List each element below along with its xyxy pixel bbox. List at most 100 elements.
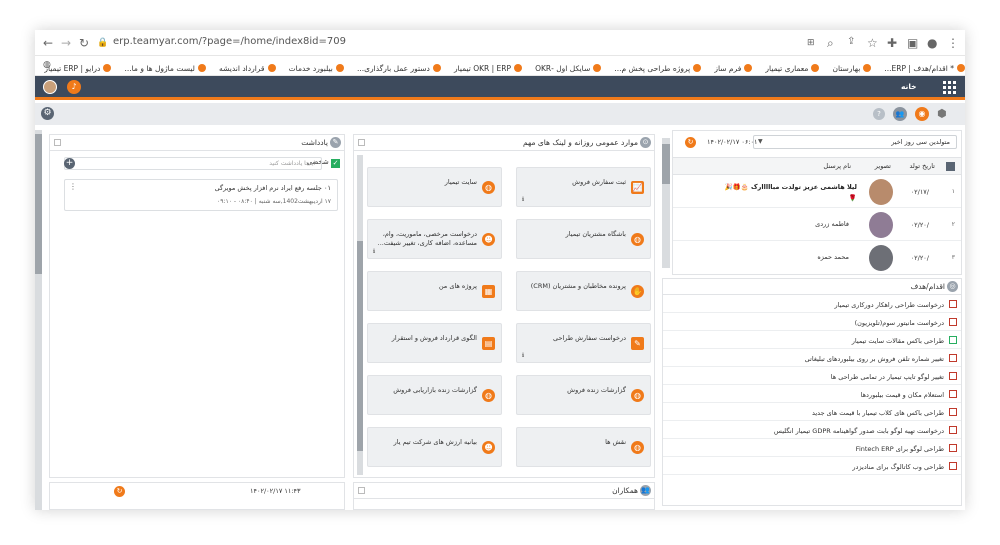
users-icon[interactable]: 👥	[893, 107, 907, 121]
avatar	[869, 212, 893, 238]
home-link[interactable]: خانه	[901, 82, 917, 91]
link-tile[interactable]: ☻ بیانیه ارزش های شرکت تیم یار	[367, 427, 502, 467]
bookmark[interactable]: معماری تیمیار	[765, 64, 820, 73]
grid-menu-icon[interactable]	[943, 81, 956, 94]
translate-icon[interactable]: ⊞	[807, 38, 815, 48]
links-scrollbar[interactable]	[357, 155, 363, 475]
menu-icon[interactable]: ⋮	[947, 36, 959, 50]
table-row[interactable]: ۳ ۰۲/۲۰/ محمد حمزه	[673, 242, 961, 274]
column-header[interactable]: تصویر	[875, 162, 891, 170]
settings-icon[interactable]: ⚙	[41, 107, 54, 120]
user-avatar[interactable]	[43, 80, 57, 94]
forward-icon[interactable]: →	[61, 36, 71, 50]
task-icon	[949, 390, 957, 398]
star-icon[interactable]: ☆	[867, 36, 878, 50]
refresh-icon[interactable]: ↻	[685, 137, 696, 148]
link-tile[interactable]: ◍ گزارشات زنده فروش	[516, 375, 651, 415]
ring-icon[interactable]: ◉	[915, 107, 929, 121]
table-row[interactable]: ۲ ۰۲/۲۰/ فاطمه زردی	[673, 209, 961, 241]
birthdays-select[interactable]: متولدین سی روز اخیر ▼	[753, 135, 957, 149]
list-item[interactable]: استعلام مکان و قیمت بیلبوردها	[663, 385, 961, 403]
column-header[interactable]: نام پرسنل	[823, 162, 851, 170]
profile-icon[interactable]: ●	[927, 36, 937, 50]
link-tile[interactable]: ◍ نقش ها	[516, 427, 651, 467]
link-tile[interactable]: ☻ درخواست مرخصی، ماموریت، وام، مساعده، اض…	[367, 219, 502, 259]
refresh-icon[interactable]: ↻	[114, 486, 125, 497]
link-tile[interactable]: ▦ پروژه های من	[367, 271, 502, 311]
list-item[interactable]: طراحی لوگو برای Fintech ERP	[663, 439, 961, 457]
link-tile[interactable]: ✎ درخواست سفارش طراحی ℹ	[516, 323, 651, 363]
left-scrollbar[interactable]	[35, 130, 42, 510]
link-tile[interactable]: ✋ پرونده مخاطبان و مشتریان (CRM)	[516, 271, 651, 311]
item-label: درخواست تهیه لوگو بابت صدور گواهینامه GD…	[773, 427, 944, 435]
panel-checkbox[interactable]	[54, 139, 61, 146]
info-icon[interactable]: ℹ	[522, 352, 524, 359]
handshake-icon: ✋	[631, 285, 644, 298]
person-name: محمد حمزه	[817, 253, 849, 261]
list-item[interactable]: درخواست مانیتور سوم(تلویزیون)	[663, 313, 961, 331]
item-label: درخواست مانیتور سوم(تلویزیون)	[854, 319, 944, 327]
table-row[interactable]: ۱ ۰۲/۱۷/ لیلا هاشمی عزیز تولدت مبااااارک…	[673, 176, 961, 208]
list-item[interactable]: درخواست طراحی راهکار دورکاری تیمیار	[663, 295, 961, 313]
help-icon[interactable]: ?	[873, 108, 885, 120]
add-icon[interactable]: +	[64, 158, 75, 169]
address-bar[interactable]: erp.teamyar.com/?page=/home/index8id=709	[113, 36, 346, 47]
back-icon[interactable]: ←	[43, 36, 53, 50]
note-input[interactable]: اینجا یادداشت کنید +	[64, 157, 322, 170]
bell-icon[interactable]: ♪	[67, 80, 81, 94]
info-icon[interactable]: ℹ	[373, 248, 375, 255]
note-card[interactable]: ۰۱ جلسه رفع ایراد نرم افزار پخش مویرگی ۱…	[64, 179, 338, 211]
apps-icon[interactable]	[503, 82, 512, 91]
column-header[interactable]: تاریخ تولد	[909, 162, 935, 170]
info-icon[interactable]: ℹ	[522, 196, 524, 203]
bookmark[interactable]: درایو | ERP تیمیار	[44, 64, 112, 73]
item-label: طراحی باکس های کلاب تیمیار با قیمت های ج…	[811, 409, 944, 417]
panel-checkbox[interactable]	[358, 487, 365, 494]
bookmark[interactable]: قرارداد اندیشه	[219, 64, 276, 73]
extensions-icon[interactable]: ✚	[887, 36, 897, 50]
bookmark[interactable]: OKR | ERP تیمیار	[454, 64, 522, 73]
bookmark[interactable]: فرم ساز	[714, 64, 753, 73]
link-tile[interactable]: ◍ باشگاه مشتریان تیمیار	[516, 219, 651, 259]
list-item[interactable]: درخواست تهیه لوگو بابت صدور گواهینامه GD…	[663, 421, 961, 439]
share-icon[interactable]: ⇪	[847, 36, 855, 47]
middle-scrollbar[interactable]	[662, 138, 670, 268]
globe-icon[interactable]: ◍	[43, 60, 51, 70]
tile-label: بیانیه ارزش های شرکت تیم یار	[393, 438, 477, 446]
link-tile[interactable]: ▤ الگوی قرارداد فروش و استقرار	[367, 323, 502, 363]
more-icon[interactable]: ⋮	[69, 182, 77, 191]
bookmark[interactable]: بهارستان	[833, 64, 872, 73]
bookmark[interactable]: * اقدام/هدف | ERP...	[884, 64, 965, 73]
link-tile[interactable]: 📈 ثبت سفارش فروش ℹ	[516, 167, 651, 207]
bookmark[interactable]: دستور عمل بارگذاری...	[357, 64, 441, 73]
zoom-icon[interactable]: ⌕	[827, 36, 834, 51]
list-item[interactable]: تغییر شماره تلفن فروش بر روی بیلبوردهای …	[663, 349, 961, 367]
sidepanel-icon[interactable]: ▣	[907, 36, 918, 50]
list-item[interactable]: طراحی وب کاتالوگ برای منادیزدر	[663, 457, 961, 475]
contract-icon: ▤	[482, 337, 495, 350]
link-tile[interactable]: ◍ سایت تیمیار	[367, 167, 502, 207]
colleagues-panel: 👥 همکاران	[353, 482, 655, 510]
tile-label: گزارشات زنده فروش	[567, 386, 626, 394]
tile-label: گزارشات زنده بازاریابی فروش	[393, 386, 477, 394]
link-tile[interactable]: ◍ گزارشات زنده بازاریابی فروش	[367, 375, 502, 415]
task-icon	[949, 426, 957, 434]
panel-checkbox[interactable]	[358, 139, 365, 146]
bookmark[interactable]: سایکل اول -OKR	[535, 64, 602, 73]
row-number: ۱	[951, 188, 955, 195]
row-number: ۲	[951, 221, 955, 228]
bookmarks-bar: * اقدام/هدف | ERP... بهارستان معماری تیم…	[35, 56, 965, 76]
table-menu-icon[interactable]	[946, 162, 955, 171]
list-item[interactable]: طراحی باکس های کلاب تیمیار با قیمت های ج…	[663, 403, 961, 421]
note-meta: ۱۷ اردیبهشت1402,سه شنبه | ۰۸:۴۰ - ۰۹:۱۰	[217, 198, 331, 205]
bookmark[interactable]: لیست ماژول ها و ما...	[124, 64, 206, 73]
bookmark[interactable]: پروژه طراحی پخش م...	[614, 64, 702, 73]
target-icon: ◎	[947, 281, 958, 292]
cubes-icon[interactable]: ⬢	[937, 107, 947, 120]
list-item[interactable]: طراحی باکس مقالات سایت تیمیار	[663, 331, 961, 349]
bookmark[interactable]: بیلبورد خدمات	[289, 64, 344, 73]
select-value: متولدین سی روز اخیر	[891, 138, 950, 146]
reload-icon[interactable]: ↻	[79, 36, 89, 50]
list-item[interactable]: تغییر لوگو تایپ تیمیار در تمامی طراحی ها	[663, 367, 961, 385]
task-done-icon	[949, 336, 957, 344]
